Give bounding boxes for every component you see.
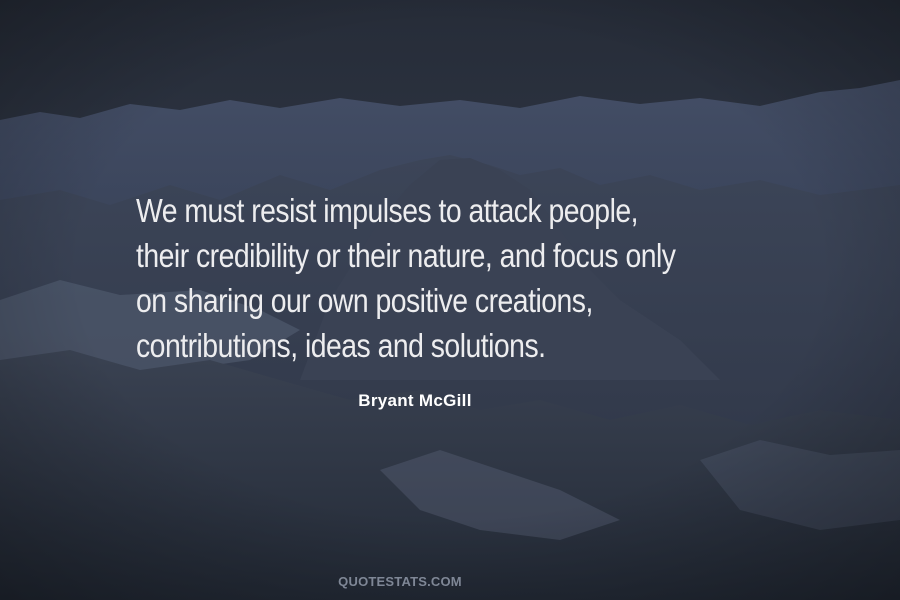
quote-author: Bryant McGill xyxy=(358,391,472,410)
quote-card: We must resist impulses to attack people… xyxy=(0,0,900,600)
site-watermark: QUOTESTATS.COM xyxy=(338,574,462,589)
quote-line-4: contributions, ideas and solutions. xyxy=(136,327,546,364)
quote-text: We must resist impulses to attack people… xyxy=(136,188,686,368)
quote-line-1: We must resist impulses to attack people… xyxy=(136,192,639,229)
quote-line-3: on sharing our own positive creations, xyxy=(136,282,593,319)
quote-line-2: their credibility or their nature, and f… xyxy=(136,237,676,274)
